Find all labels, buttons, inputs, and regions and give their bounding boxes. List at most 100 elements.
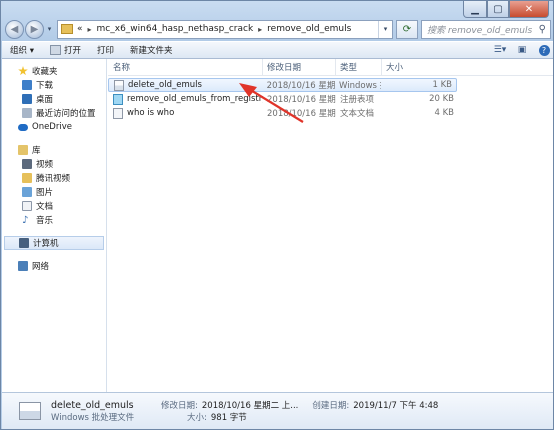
nav-label: 最近访问的位置 (36, 109, 96, 119)
file-row[interactable]: remove_old_emuls_from_registry 2018/10/1… (108, 92, 553, 106)
refresh-button[interactable]: ⟳ (396, 19, 418, 39)
organize-button[interactable]: 组织 ▾ (10, 44, 34, 56)
nav-label: 图片 (36, 188, 54, 198)
column-name[interactable]: 名称 (108, 58, 263, 76)
back-arrow-icon: ◀ (10, 23, 19, 35)
nav-desktop[interactable]: 桌面 (2, 92, 106, 106)
column-modified[interactable]: 修改日期 (263, 58, 336, 76)
text-file-icon (113, 107, 123, 119)
details-size-value: 981 字节 (210, 413, 247, 423)
maximize-button[interactable]: ▢ (487, 1, 509, 18)
print-label: 打印 (96, 46, 114, 56)
nav-downloads[interactable]: 下载 (2, 78, 106, 92)
details-file-kind: Windows 批处理文件 (51, 413, 135, 423)
open-icon (49, 45, 61, 55)
new-folder-button[interactable]: 新建文件夹 (130, 44, 173, 56)
nav-label: 视频 (36, 160, 54, 170)
nav-music[interactable]: ♪ 音乐 (2, 213, 106, 227)
file-size: 20 KB (429, 94, 454, 104)
nav-computer[interactable]: 计算机 (4, 236, 104, 250)
organize-label: 组织 ▾ (10, 46, 34, 56)
new-folder-label: 新建文件夹 (130, 46, 173, 56)
file-list: 名称 修改日期 类型 大小 delete_old_emuls 2018/10/1… (108, 58, 553, 392)
nav-label: 库 (32, 146, 41, 156)
open-label: 打开 (63, 46, 81, 56)
search-input[interactable]: 搜索 remove_old_emuls ⚲ (421, 19, 551, 39)
column-type[interactable]: 类型 (336, 58, 382, 76)
explorer-window: ▁ ▢ ✕ ◀ ▶ ▾ « ▸ mc_x6_win64_hasp_nethasp… (0, 0, 554, 430)
file-modified: 2018/10/16 星期... (266, 81, 336, 91)
nav-recent-places[interactable]: 最近访问的位置 (2, 106, 106, 120)
nav-videos[interactable]: 视频 (2, 157, 106, 171)
help-icon: ? (538, 44, 550, 56)
music-icon: ♪ (22, 215, 29, 226)
breadcrumb-item[interactable]: mc_x6_win64_hasp_nethasp_crack (97, 24, 254, 34)
minimize-button[interactable]: ▁ (463, 1, 487, 18)
file-type: 注册表项 (340, 95, 375, 105)
breadcrumb-overflow[interactable]: « (77, 24, 83, 34)
back-button[interactable]: ◀ (5, 19, 24, 39)
column-headers: 名称 修改日期 类型 大小 (108, 58, 553, 76)
recent-places-icon (22, 108, 32, 118)
chevron-right-icon: ▸ (258, 24, 263, 34)
file-size: 4 KB (434, 108, 454, 118)
details-created-label: 创建日期: (312, 401, 350, 411)
computer-icon (19, 238, 29, 248)
star-icon (18, 66, 28, 76)
navigation-bar: ◀ ▶ ▾ « ▸ mc_x6_win64_hasp_nethasp_crack… (5, 18, 551, 40)
nav-onedrive[interactable]: OneDrive (2, 120, 106, 134)
print-button[interactable]: 打印 (97, 44, 114, 56)
nav-label: 音乐 (36, 216, 54, 226)
nav-label: 桌面 (36, 95, 54, 105)
nav-label: 腾讯视频 (36, 174, 71, 184)
folder-icon (61, 24, 73, 34)
open-button[interactable]: 打开 (49, 44, 81, 56)
details-modified-label: 修改日期: (161, 401, 198, 411)
address-bar[interactable]: « ▸ mc_x6_win64_hasp_nethasp_crack ▸ rem… (57, 19, 393, 39)
help-button[interactable]: ? (535, 43, 553, 57)
network-icon (18, 261, 28, 271)
nav-tencent-video[interactable]: 腾讯视频 (2, 171, 106, 185)
search-icon: ⚲ (538, 23, 546, 35)
file-name: who is who (127, 108, 175, 118)
nav-label: 收藏夹 (32, 67, 58, 77)
file-type: 文本文档 (340, 109, 375, 119)
nav-label: OneDrive (32, 122, 72, 132)
nav-network[interactable]: 网络 (2, 259, 106, 273)
file-name: delete_old_emuls (128, 80, 202, 90)
batch-file-icon (114, 79, 124, 91)
cloud-icon (18, 123, 28, 131)
view-icon: ☰▾ (493, 45, 507, 55)
breadcrumb-item[interactable]: remove_old_emuls (267, 24, 351, 34)
chevron-right-icon: ▸ (87, 24, 92, 34)
nav-pictures[interactable]: 图片 (2, 185, 106, 199)
nav-label: 网络 (32, 262, 50, 272)
search-placeholder: 搜索 remove_old_emuls (427, 25, 533, 36)
download-icon (22, 80, 32, 90)
batch-file-icon (19, 402, 41, 420)
close-button[interactable]: ✕ (509, 1, 549, 18)
nav-favorites[interactable]: 收藏夹 (2, 64, 106, 78)
nav-documents[interactable]: 文档 (2, 199, 106, 213)
nav-label: 文档 (36, 202, 54, 212)
details-size-label: 大小: (187, 413, 207, 423)
address-dropdown-button[interactable]: ▾ (378, 20, 392, 38)
nav-libraries[interactable]: 库 (2, 143, 106, 157)
recent-pages-dropdown[interactable]: ▾ (45, 25, 54, 33)
file-size: 1 KB (432, 80, 452, 90)
window-controls: ▁ ▢ ✕ (463, 1, 549, 18)
file-row[interactable]: delete_old_emuls 2018/10/16 星期... Window… (108, 78, 457, 92)
details-created-value: 2019/11/7 下午 4:48 (353, 401, 439, 411)
command-bar: 组织 ▾ 打开 打印 新建文件夹 ☰▾ ▣ ? (2, 41, 553, 59)
nav-label: 下载 (36, 81, 54, 91)
library-icon (18, 145, 28, 155)
file-row[interactable]: who is who 2018/10/16 星期... 文本文档 4 KB (108, 106, 553, 120)
change-view-button[interactable]: ☰▾ (491, 43, 509, 57)
forward-button[interactable]: ▶ (25, 19, 44, 39)
file-type: Windows 批处理... (339, 81, 381, 91)
preview-pane-button[interactable]: ▣ (513, 43, 531, 57)
navigation-pane: 收藏夹 下载 桌面 最近访问的位置 OneDrive 库 视频 腾讯视频 图片 … (2, 59, 107, 392)
details-pane: delete_old_emuls Windows 批处理文件 修改日期: 201… (2, 392, 553, 429)
refresh-icon: ⟳ (402, 23, 412, 35)
column-size[interactable]: 大小 (382, 59, 458, 76)
